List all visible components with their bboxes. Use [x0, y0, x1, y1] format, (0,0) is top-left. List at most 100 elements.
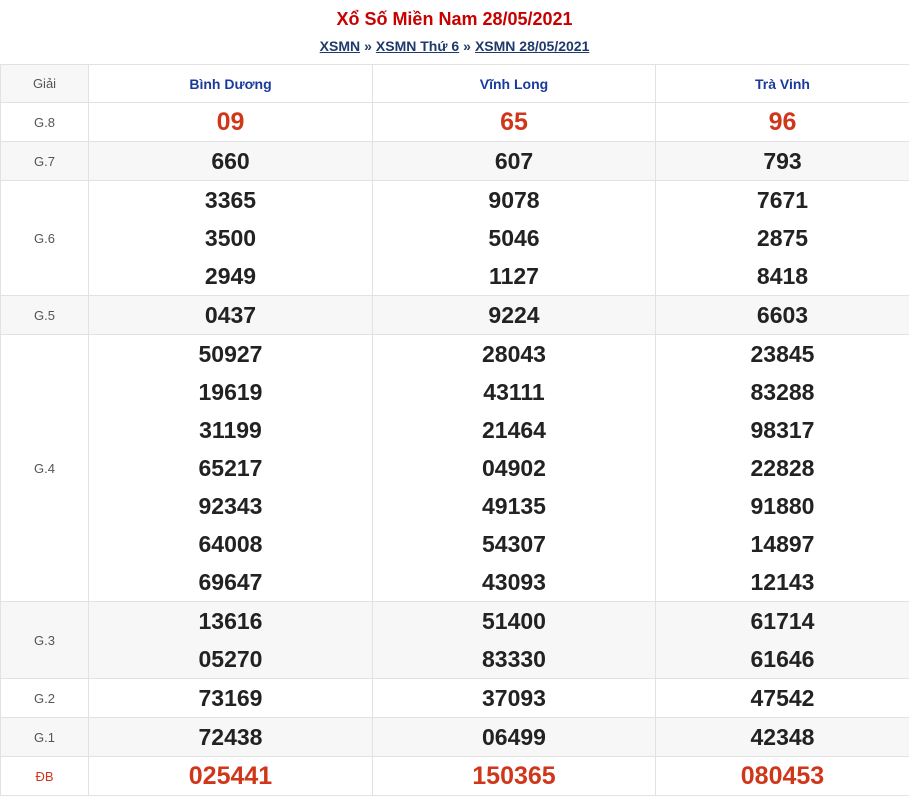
- prize-label: ĐB: [0, 756, 89, 796]
- result-cell-tra-vinh: 080453: [655, 756, 909, 796]
- result-number: 65217: [198, 455, 263, 481]
- result-cell-binh-duong: 09: [88, 102, 373, 142]
- result-number: 51400: [482, 608, 546, 634]
- prize-column-header: Giải: [0, 64, 89, 103]
- result-number: 91880: [750, 493, 815, 519]
- result-number: 0437: [204, 302, 257, 328]
- result-cell-binh-duong: 660: [88, 141, 373, 181]
- result-cell-tra-vinh: 42348: [655, 717, 909, 757]
- result-cell-binh-duong: 72438: [88, 717, 373, 757]
- result-number: 080453: [740, 762, 825, 790]
- breadcrumb-link-xsmn[interactable]: XSMN: [320, 38, 360, 54]
- result-cell-binh-duong: 13616 05270: [88, 601, 373, 679]
- province-header-vinh-long[interactable]: Vĩnh Long: [372, 64, 656, 103]
- prize-row: G.3 13616 05270 51400 83330 61714 61646: [0, 601, 909, 679]
- result-number: 2949: [204, 263, 257, 289]
- breadcrumb-separator: »: [463, 38, 471, 54]
- result-number: 83288: [750, 379, 815, 405]
- result-cell-tra-vinh: 96: [655, 102, 909, 142]
- prize-row: ĐB 025441 150365 080453: [0, 756, 909, 796]
- result-number: 42348: [750, 724, 815, 750]
- result-cell-binh-duong: 025441: [88, 756, 373, 796]
- results-body: G.8 09 65 96 G.7 660 607 793 G.6 3365 3500 2949 9078…: [0, 102, 909, 796]
- result-cell-binh-duong: 0437: [88, 295, 373, 335]
- result-number: 54307: [482, 531, 546, 557]
- prize-label: G.1: [0, 717, 89, 757]
- province-header-tra-vinh[interactable]: Trà Vinh: [655, 64, 909, 103]
- breadcrumb: XSMN» XSMN Thứ 6» XSMN 28/05/2021: [0, 35, 909, 57]
- result-cell-tra-vinh: 6603: [655, 295, 909, 335]
- prize-row: G.6 3365 3500 2949 9078 5046 1127 7671 2875 8418: [0, 180, 909, 296]
- breadcrumb-link-xsmn-thu-6[interactable]: XSMN Thứ 6: [376, 38, 459, 54]
- result-number: 21464: [482, 417, 546, 443]
- prize-label: G.2: [0, 678, 89, 718]
- prize-row: G.5 0437 9224 6603: [0, 295, 909, 335]
- result-number: 5046: [488, 225, 540, 251]
- result-cell-tra-vinh: 61714 61646: [655, 601, 909, 679]
- result-number: 28043: [482, 341, 546, 367]
- result-number: 04902: [482, 455, 546, 481]
- result-number: 96: [768, 108, 797, 136]
- prize-row: G.2 73169 37093 47542: [0, 678, 909, 718]
- result-number: 793: [763, 148, 802, 174]
- result-cell-tra-vinh: 7671 2875 8418: [655, 180, 909, 296]
- province-header-binh-duong[interactable]: Bình Dương: [88, 64, 373, 103]
- result-number: 3500: [204, 225, 257, 251]
- breadcrumb-separator: »: [364, 38, 372, 54]
- result-number: 1127: [489, 263, 539, 289]
- result-number: 23845: [750, 341, 815, 367]
- prize-row: G.1 72438 06499 42348: [0, 717, 909, 757]
- results-table: Giải Bình Dương Vĩnh Long Trà Vinh G.8 09…: [0, 64, 909, 796]
- result-number: 9224: [488, 302, 540, 328]
- result-cell-vinh-long: 150365: [372, 756, 656, 796]
- breadcrumb-link-xsmn-date[interactable]: XSMN 28/05/2021: [475, 38, 589, 54]
- result-cell-vinh-long: 06499: [372, 717, 656, 757]
- result-number: 09: [216, 108, 245, 136]
- page-title: Xổ Số Miền Nam 28/05/2021: [336, 9, 573, 29]
- result-number: 92343: [198, 493, 263, 519]
- result-cell-vinh-long: 65: [372, 102, 656, 142]
- result-number: 49135: [482, 493, 546, 519]
- result-number: 69647: [198, 569, 263, 595]
- result-cell-vinh-long: 37093: [372, 678, 656, 718]
- result-cell-vinh-long: 51400 83330: [372, 601, 656, 679]
- result-cell-vinh-long: 607: [372, 141, 656, 181]
- result-number: 2875: [756, 225, 809, 251]
- prize-label: G.3: [0, 601, 89, 679]
- prize-label: G.6: [0, 180, 89, 296]
- result-number: 660: [211, 148, 250, 174]
- result-number: 607: [494, 148, 534, 174]
- result-number: 6603: [756, 302, 809, 328]
- page-header: Xổ Số Miền Nam 28/05/2021 XSMN» XSMN Thứ …: [0, 0, 909, 64]
- result-number: 37093: [482, 685, 546, 711]
- result-number: 05270: [198, 646, 263, 672]
- result-number: 06499: [482, 724, 546, 750]
- result-cell-tra-vinh: 23845 83288 98317 22828 91880 14897 12143: [655, 334, 909, 602]
- result-number: 13616: [198, 608, 263, 634]
- result-number: 72438: [198, 724, 263, 750]
- result-cell-vinh-long: 9224: [372, 295, 656, 335]
- result-number: 3365: [204, 187, 257, 213]
- result-cell-binh-duong: 50927 19619 31199 65217 92343 64008 69647: [88, 334, 373, 602]
- result-number: 43111: [483, 379, 545, 405]
- prize-label: G.7: [0, 141, 89, 181]
- result-number: 025441: [188, 762, 273, 790]
- result-number: 50927: [198, 341, 263, 367]
- result-number: 83330: [482, 646, 546, 672]
- result-cell-vinh-long: 9078 5046 1127: [372, 180, 656, 296]
- result-number: 43093: [482, 569, 546, 595]
- result-number: 65: [500, 108, 528, 136]
- result-number: 14897: [750, 531, 815, 557]
- result-number: 64008: [198, 531, 263, 557]
- result-cell-tra-vinh: 793: [655, 141, 909, 181]
- prize-row: G.8 09 65 96: [0, 102, 909, 142]
- prize-row: G.7 660 607 793: [0, 141, 909, 181]
- result-number: 61646: [750, 646, 815, 672]
- prize-label: G.8: [0, 102, 89, 142]
- result-number: 12143: [750, 569, 815, 595]
- result-cell-binh-duong: 3365 3500 2949: [88, 180, 373, 296]
- prize-label: G.4: [0, 334, 89, 602]
- result-cell-binh-duong: 73169: [88, 678, 373, 718]
- result-number: 61714: [750, 608, 815, 634]
- prize-label: G.5: [0, 295, 89, 335]
